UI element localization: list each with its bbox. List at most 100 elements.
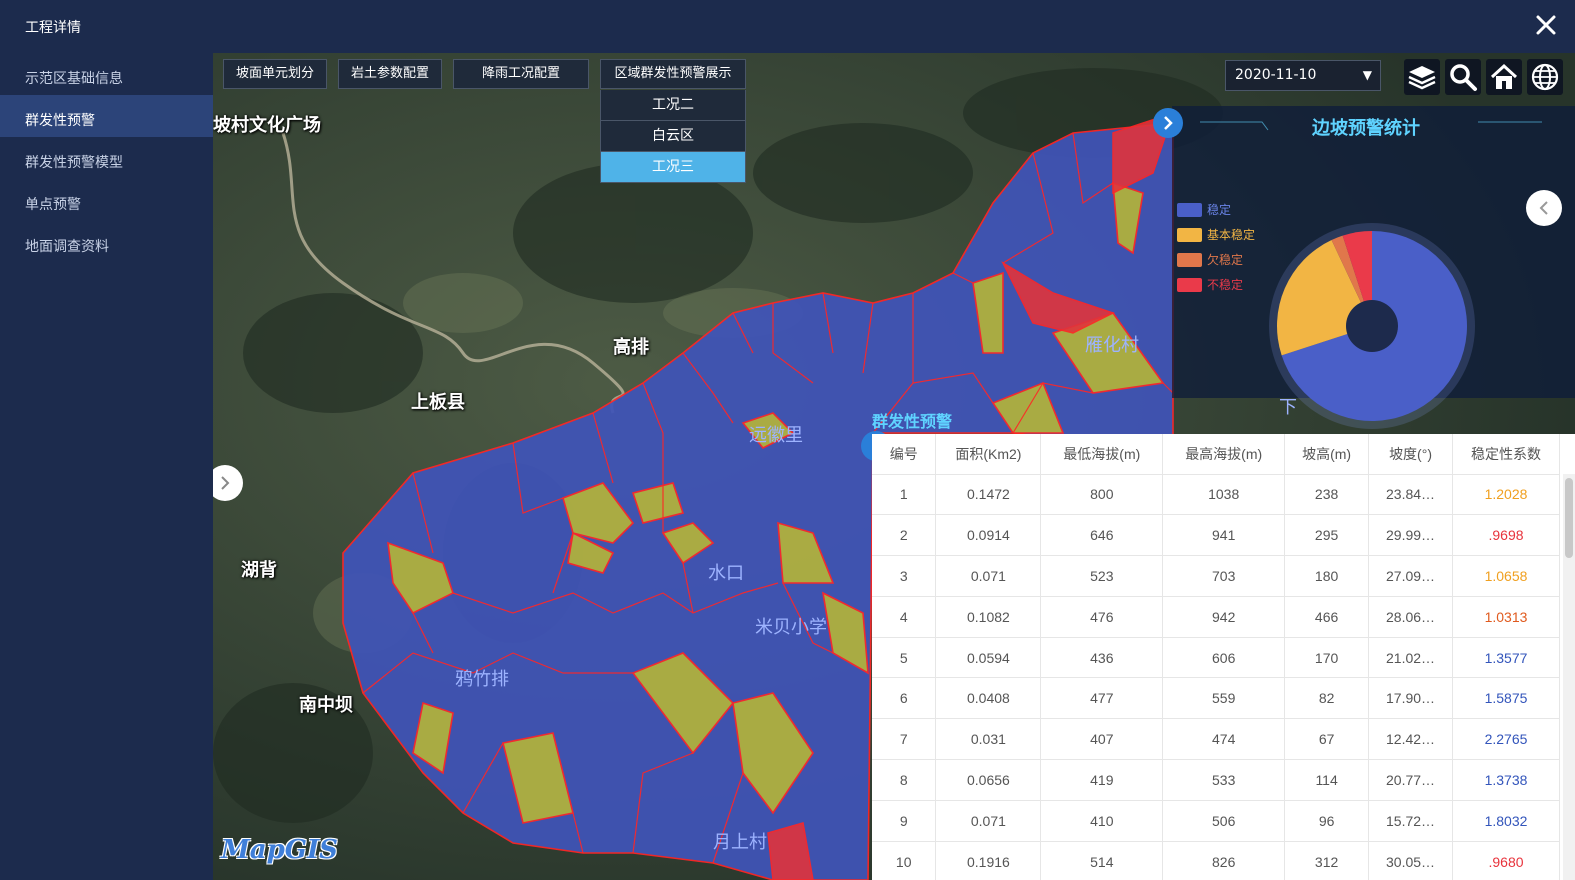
table-cell-max-alt: 559 <box>1162 677 1286 720</box>
sidebar-item-group-warning[interactable]: 群发性预警 <box>0 95 213 137</box>
table-cell-id: 2 <box>872 514 937 557</box>
table-cell-slope: 17.90… <box>1368 677 1454 720</box>
place-label: 米贝小学 <box>755 617 827 638</box>
layers-icon[interactable] <box>1404 59 1440 95</box>
table-row[interactable]: 9 0.071 410 506 96 15.72… 1.8032 <box>872 800 1560 842</box>
home-icon[interactable] <box>1486 59 1522 95</box>
sidebar-item-basic-info[interactable]: 示范区基础信息 <box>0 53 213 95</box>
mapgis-logo: MapGIS <box>221 835 338 865</box>
table-row[interactable]: 4 0.1082 476 942 466 28.06… 1.0313 <box>872 596 1560 638</box>
legend-label: 基本稳定 <box>1207 228 1256 242</box>
table-cell-id: 7 <box>872 718 937 761</box>
column-header[interactable]: 稳定性系数 <box>1452 434 1560 475</box>
place-label: 坡村文化广场 <box>213 115 321 136</box>
table-cell-min-alt: 410 <box>1040 800 1164 842</box>
table-cell-min-alt: 436 <box>1040 637 1164 679</box>
place-label: 高排 <box>613 337 649 358</box>
place-label: 远徽里 <box>749 425 803 446</box>
table-cell-id: 6 <box>872 677 937 720</box>
table-row[interactable]: 2 0.0914 646 941 295 29.99… .9698 <box>872 514 1560 557</box>
slope-unit-button[interactable]: 坡面单元划分 <box>223 59 327 89</box>
column-header[interactable]: 坡高(m) <box>1284 434 1370 475</box>
table-cell-min-alt: 419 <box>1040 759 1164 801</box>
table-cell-id: 9 <box>872 800 937 842</box>
table-row[interactable]: 7 0.031 407 474 67 12.42… 2.2765 <box>872 718 1560 761</box>
close-icon[interactable] <box>1533 12 1559 38</box>
table-cell-coef: 2.2765 <box>1452 718 1560 761</box>
column-header[interactable]: 编号 <box>872 434 937 475</box>
table-cell-coef: 1.2028 <box>1452 474 1560 516</box>
table-cell-height: 96 <box>1284 800 1370 842</box>
table-cell-area: 0.031 <box>935 718 1042 761</box>
rainfall-config-button[interactable]: 降雨工况配置 <box>453 59 589 89</box>
globe-icon[interactable] <box>1527 59 1563 95</box>
soil-params-button[interactable]: 岩土参数配置 <box>338 59 442 89</box>
table-cell-max-alt: 533 <box>1162 759 1286 801</box>
legend-item-unstable: 不稳定 <box>1177 276 1243 293</box>
table-cell-coef: 1.3577 <box>1452 637 1560 679</box>
table-cell-max-alt: 941 <box>1162 514 1286 557</box>
place-label: 湖背 <box>241 560 277 581</box>
stats-title: 边坡预警统计 <box>1312 118 1420 139</box>
place-label: 上板县 <box>411 392 465 413</box>
dropdown-item-condition-3[interactable]: 工况三 <box>600 152 746 183</box>
scrollbar-thumb[interactable] <box>1565 478 1573 558</box>
table-cell-id: 10 <box>872 841 937 880</box>
table-cell-height: 82 <box>1284 677 1370 720</box>
table-cell-coef: 1.0313 <box>1452 596 1560 638</box>
sidebar-item-warning-model[interactable]: 群发性预警模型 <box>0 137 213 179</box>
condition-dropdown: 工况二 白云区 工况三 <box>600 90 746 183</box>
app-window: 工程详情 示范区基础信息 群发性预警 群发性预警模型 单点预警 地面调查资料 坡… <box>0 0 1575 880</box>
dropdown-item-condition-2[interactable]: 工况二 <box>600 90 746 121</box>
table-row[interactable]: 8 0.0656 419 533 114 20.77… 1.3738 <box>872 759 1560 801</box>
table-row[interactable]: 10 0.1916 514 826 312 30.05… .9680 <box>872 841 1560 880</box>
sidebar-item-single-point[interactable]: 单点预警 <box>0 179 213 221</box>
warning-table: 编号 面积(Km2) 最低海拔(m) 最高海拔(m) 坡高(m) 坡度(°) 稳… <box>872 434 1575 880</box>
table-cell-slope: 28.06… <box>1368 596 1454 638</box>
table-cell-height: 238 <box>1284 474 1370 516</box>
legend-item-owe-stable: 欠稳定 <box>1177 251 1243 268</box>
expand-right-button[interactable] <box>1526 190 1562 226</box>
regional-warning-button[interactable]: 区域群发性预警展示 <box>600 59 746 89</box>
table-cell-min-alt: 477 <box>1040 677 1164 720</box>
window-title: 工程详情 <box>25 20 81 36</box>
table-cell-min-alt: 476 <box>1040 596 1164 638</box>
table-cell-coef: 1.8032 <box>1452 800 1560 842</box>
table-scrollbar[interactable] <box>1563 474 1575 880</box>
table-cell-area: 0.071 <box>935 555 1042 597</box>
table-row[interactable]: 5 0.0594 436 606 170 21.02… 1.3577 <box>872 637 1560 679</box>
table-row[interactable]: 6 0.0408 477 559 82 17.90… 1.5875 <box>872 677 1560 720</box>
place-label: 月上村 <box>713 832 767 853</box>
table-cell-slope: 20.77… <box>1368 759 1454 801</box>
map-view[interactable]: 坡村文化广场 高排 上板县 湖背 南中坝 远徽里 水口 米贝小学 鸦竹排 月上村… <box>213 53 1575 880</box>
table-cell-height: 170 <box>1284 637 1370 679</box>
table-cell-coef: 1.3738 <box>1452 759 1560 801</box>
dropdown-item-baiyun[interactable]: 白云区 <box>600 121 746 152</box>
legend-swatch <box>1177 252 1202 267</box>
table-cell-coef: .9698 <box>1452 514 1560 557</box>
legend-item-stable: 稳定 <box>1177 201 1231 218</box>
table-header-row: 编号 面积(Km2) 最低海拔(m) 最高海拔(m) 坡高(m) 坡度(°) 稳… <box>872 434 1560 475</box>
table-row[interactable]: 1 0.1472 800 1038 238 23.84… 1.2028 <box>872 474 1560 516</box>
legend-label: 不稳定 <box>1207 278 1244 292</box>
table-cell-max-alt: 474 <box>1162 718 1286 761</box>
legend-swatch <box>1177 227 1202 242</box>
sidebar: 示范区基础信息 群发性预警 群发性预警模型 单点预警 地面调查资料 <box>0 53 213 880</box>
table-row[interactable]: 3 0.071 523 703 180 27.09… 1.0658 <box>872 555 1560 597</box>
table-cell-area: 0.1082 <box>935 596 1042 638</box>
search-icon[interactable] <box>1445 59 1481 95</box>
table-cell-coef: 1.5875 <box>1452 677 1560 720</box>
legend-swatch <box>1177 202 1202 217</box>
collapse-stats-button[interactable] <box>1153 108 1183 138</box>
column-header[interactable]: 面积(Km2) <box>935 434 1042 475</box>
table-cell-height: 114 <box>1284 759 1370 801</box>
table-cell-area: 0.071 <box>935 800 1042 842</box>
date-select[interactable]: 2020-11-10 ▼ <box>1225 60 1381 91</box>
table-cell-min-alt: 646 <box>1040 514 1164 557</box>
column-header[interactable]: 最高海拔(m) <box>1162 434 1286 475</box>
column-header[interactable]: 最低海拔(m) <box>1040 434 1164 475</box>
sidebar-item-survey-data[interactable]: 地面调查资料 <box>0 221 213 263</box>
column-header[interactable]: 坡度(°) <box>1368 434 1454 475</box>
table-cell-id: 5 <box>872 637 937 679</box>
stats-pie-chart <box>1269 223 1475 429</box>
